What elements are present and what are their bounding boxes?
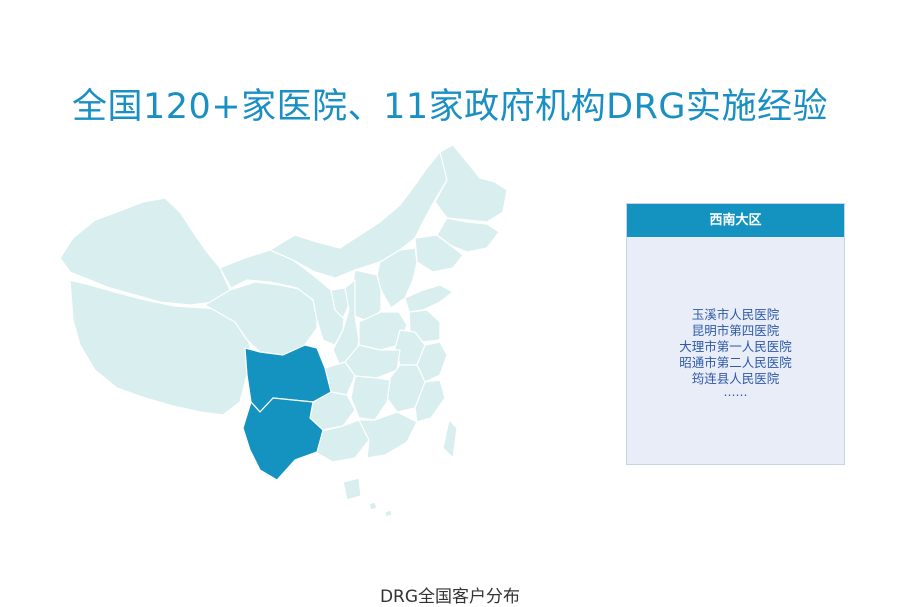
map-region-yunnan (242, 397, 324, 481)
region-panel: 西南大区 玉溪市人民医院 昆明市第四医院 大理市第一人民医院 昭通市第二人民医院… (626, 203, 845, 465)
map-region-heilongjiang (434, 144, 508, 223)
hospital-list: 玉溪市人民医院 昆明市第四医院 大理市第一人民医院 昭通市第二人民医院 筠连县人… (627, 307, 844, 387)
region-panel-header: 西南大区 (627, 204, 844, 237)
page-title: 全国120+家医院、11家政府机构DRG实施经验 (71, 87, 829, 127)
list-item: 昭通市第二人民医院 (679, 355, 792, 370)
map-caption: DRG全国客户分布 (379, 587, 521, 607)
china-map (55, 140, 515, 520)
list-item: 昆明市第四医院 (691, 323, 780, 338)
list-item: 玉溪市人民医院 (691, 307, 780, 322)
map-region-south-sea-islands (368, 501, 393, 518)
map-region-hainan (342, 477, 362, 501)
list-item: 大理市第一人民医院 (679, 339, 792, 354)
more-indicator: …… (723, 385, 748, 399)
map-region-taiwan (442, 419, 458, 459)
map-region-hunan (350, 375, 391, 421)
map-region-shandong (404, 284, 454, 313)
